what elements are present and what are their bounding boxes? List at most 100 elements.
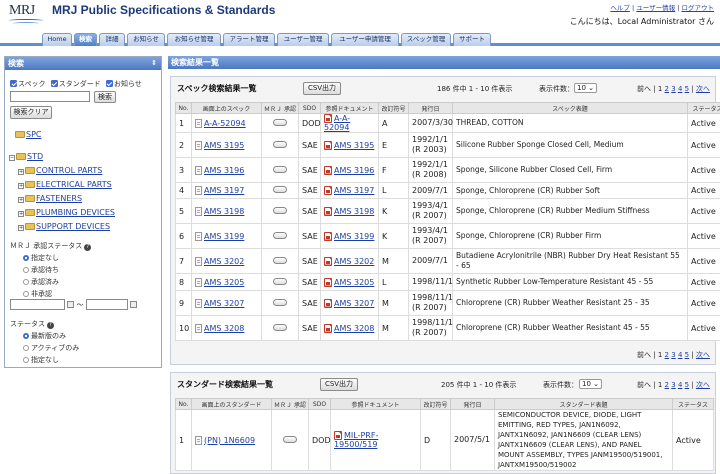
approval-toggle[interactable] bbox=[273, 298, 287, 306]
reference-doc-link[interactable]: AMS 3195 bbox=[334, 141, 374, 150]
approval-toggle[interactable] bbox=[273, 165, 287, 173]
pager-page[interactable]: 4 bbox=[678, 351, 682, 359]
tab-spec-admin[interactable]: スペック管理 bbox=[401, 33, 451, 46]
reference-doc-link[interactable]: AMS 3199 bbox=[334, 232, 374, 241]
reference-doc-link[interactable]: AMS 3205 bbox=[334, 278, 374, 287]
tree-node-spc[interactable]: SPC bbox=[15, 130, 42, 139]
table-row[interactable]: 7 AMS 3202 SAE AMS 3202 M 2009/7/1 Butadiene A… bbox=[175, 248, 720, 274]
spec-link[interactable]: AMS 3207 bbox=[204, 299, 244, 308]
spec-link[interactable]: AMS 3205 bbox=[204, 278, 244, 287]
pager-page[interactable]: 5 bbox=[685, 85, 689, 93]
tree-node-control-parts[interactable]: + CONTROL PARTS bbox=[18, 166, 102, 175]
pdf-icon[interactable] bbox=[334, 431, 342, 440]
help-link[interactable]: ヘルプ bbox=[610, 4, 630, 12]
calendar-icon[interactable] bbox=[67, 301, 75, 308]
table-row[interactable]: 1 A-A-52094 DOD A-A-52094 A 2007/3/30 THREAD, … bbox=[175, 113, 720, 133]
pager-next[interactable]: 次へ bbox=[696, 85, 710, 93]
spec-checkbox[interactable] bbox=[10, 80, 17, 87]
tab-detail[interactable]: 詳細 bbox=[99, 33, 125, 46]
spec-link[interactable]: (PN) 1N6609 bbox=[204, 436, 255, 445]
approval-toggle[interactable] bbox=[273, 140, 287, 148]
expand-tree-icon[interactable]: + bbox=[18, 197, 24, 203]
table-row[interactable]: 3 AMS 3196 SAE AMS 3196 F 1992/1/1 (R 2008) Sp… bbox=[175, 157, 720, 183]
approval-toggle[interactable] bbox=[273, 323, 287, 331]
pager-page[interactable]: 3 bbox=[671, 381, 675, 389]
tree-link[interactable]: ELECTRICAL PARTS bbox=[36, 180, 112, 189]
collapse-icon[interactable]: ⇕ bbox=[151, 57, 157, 70]
status-option[interactable]: 指定なし bbox=[23, 355, 59, 365]
expand-tree-icon[interactable]: + bbox=[18, 225, 24, 231]
reference-doc-link[interactable]: AMS 3208 bbox=[334, 324, 374, 333]
table-row[interactable]: 10 AMS 3208 SAE AMS 3208 M 1998/11/1 (R 2007)… bbox=[175, 315, 720, 341]
table-row[interactable]: 4 AMS 3197 SAE AMS 3197 L 2009/7/1 Sponge, Chl… bbox=[175, 182, 720, 199]
tab-user-request-admin[interactable]: ユーザー申請管理 bbox=[331, 33, 399, 46]
logout-link[interactable]: ログアウト bbox=[682, 4, 715, 12]
tab-search[interactable]: 検索 bbox=[74, 33, 97, 46]
tree-node-plumbing-devices[interactable]: + PLUMBING DEVICES bbox=[18, 208, 115, 217]
per-page-select[interactable]: 10 ⌄ bbox=[574, 83, 598, 93]
tab-notices[interactable]: お知らせ bbox=[127, 33, 165, 46]
spec-link[interactable]: A-A-52094 bbox=[204, 119, 246, 128]
approval-toggle[interactable] bbox=[273, 186, 287, 193]
tab-user-admin[interactable]: ユーザー管理 bbox=[277, 33, 329, 46]
pdf-icon[interactable] bbox=[324, 231, 332, 241]
standard-csv-button[interactable]: CSV出力 bbox=[320, 378, 358, 391]
pager-page[interactable]: 2 bbox=[665, 351, 669, 359]
radio-selected[interactable] bbox=[23, 333, 29, 339]
approval-toggle[interactable] bbox=[273, 256, 287, 264]
help-icon[interactable]: ? bbox=[47, 322, 54, 329]
spec-link[interactable]: AMS 3195 bbox=[204, 141, 244, 150]
approval-option[interactable]: 承認済み bbox=[23, 277, 59, 287]
pager-next[interactable]: 次へ bbox=[696, 351, 710, 359]
spec-link[interactable]: AMS 3198 bbox=[204, 207, 244, 216]
pdf-icon[interactable] bbox=[324, 206, 332, 216]
table-row[interactable]: 5 AMS 3198 SAE AMS 3198 K 1993/4/1 (R 2007) Sp… bbox=[175, 198, 720, 224]
search-clear-button[interactable]: 検索クリア bbox=[10, 106, 52, 119]
pdf-icon[interactable] bbox=[324, 140, 332, 150]
approval-toggle[interactable] bbox=[273, 206, 287, 214]
table-row[interactable]: 6 AMS 3199 SAE AMS 3199 K 1993/4/1 (R 2007) Sp… bbox=[175, 223, 720, 249]
approval-toggle[interactable] bbox=[273, 231, 287, 239]
approval-toggle[interactable] bbox=[273, 118, 287, 126]
help-icon[interactable]: ? bbox=[84, 244, 92, 251]
status-option[interactable]: 最新版のみ bbox=[23, 331, 66, 341]
spec-link[interactable]: AMS 3197 bbox=[204, 186, 244, 195]
per-page-select[interactable]: 10 ⌄ bbox=[579, 379, 603, 389]
tab-alert-admin[interactable]: アラート管理 bbox=[223, 33, 275, 46]
mrj-logo[interactable]: MRJ bbox=[7, 2, 45, 28]
spec-link[interactable]: AMS 3196 bbox=[204, 166, 244, 175]
radio[interactable] bbox=[23, 357, 29, 363]
pager-page[interactable]: 4 bbox=[678, 381, 682, 389]
expand-tree-icon[interactable]: + bbox=[18, 211, 24, 217]
pdf-icon[interactable] bbox=[324, 165, 332, 175]
reference-doc-link[interactable]: AMS 3196 bbox=[334, 166, 374, 175]
table-row[interactable]: 1 (PN) 1N6609 DOD MIL-PRF-19500/519 D 2007/5/… bbox=[175, 409, 714, 471]
reference-doc-link[interactable]: AMS 3207 bbox=[334, 299, 374, 308]
spec-link[interactable]: AMS 3202 bbox=[204, 257, 244, 266]
pdf-icon[interactable] bbox=[324, 256, 332, 266]
expand-tree-icon[interactable]: + bbox=[18, 169, 24, 175]
approval-option[interactable]: 承認待ち bbox=[23, 265, 59, 275]
tree-link-std[interactable]: STD bbox=[27, 152, 43, 161]
approval-toggle[interactable] bbox=[273, 277, 287, 285]
tree-node-fasteners[interactable]: + FASTENERS bbox=[18, 194, 82, 203]
pdf-icon[interactable] bbox=[324, 298, 332, 308]
pager-page[interactable]: 4 bbox=[678, 85, 682, 93]
pdf-icon[interactable] bbox=[324, 186, 332, 195]
table-row[interactable]: 9 AMS 3207 SAE AMS 3207 M 1998/11/1 (R 2007) C… bbox=[175, 290, 720, 316]
tab-support[interactable]: サポート bbox=[453, 33, 491, 46]
approval-option[interactable]: 指定なし bbox=[23, 253, 59, 263]
expand-tree-icon[interactable]: + bbox=[18, 183, 24, 189]
radio[interactable] bbox=[23, 291, 29, 297]
tree-node-std[interactable]: − STD bbox=[9, 152, 43, 161]
pdf-icon[interactable] bbox=[324, 323, 332, 333]
pager-page[interactable]: 5 bbox=[685, 351, 689, 359]
pager-next[interactable]: 次へ bbox=[696, 381, 710, 389]
pager-page[interactable]: 3 bbox=[671, 351, 675, 359]
approval-toggle[interactable] bbox=[283, 435, 297, 443]
status-option[interactable]: アクティブのみ bbox=[23, 343, 79, 353]
radio[interactable] bbox=[23, 267, 29, 273]
spec-link[interactable]: AMS 3208 bbox=[204, 324, 244, 333]
reference-doc-link[interactable]: AMS 3198 bbox=[334, 207, 374, 216]
notice-checkbox[interactable] bbox=[105, 80, 113, 87]
